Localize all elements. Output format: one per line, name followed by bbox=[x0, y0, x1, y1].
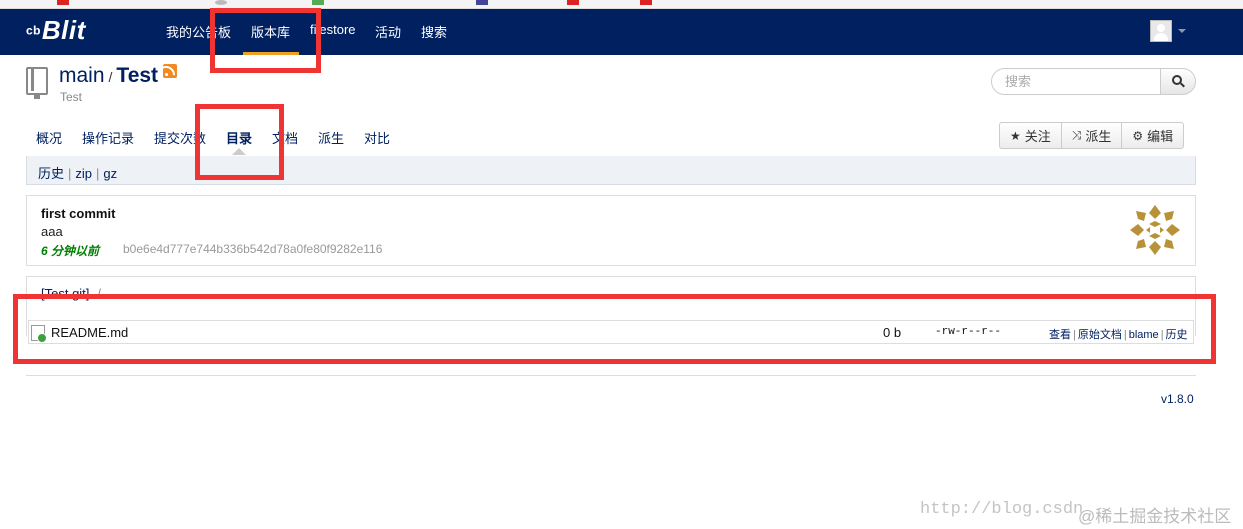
star-icon: ★ bbox=[1010, 128, 1021, 143]
project-link[interactable]: main bbox=[59, 64, 105, 87]
chevron-down-icon[interactable] bbox=[1178, 29, 1186, 33]
bookmark-icon bbox=[476, 0, 488, 5]
history-link[interactable]: 历史 bbox=[38, 166, 64, 181]
repository-description: Test bbox=[60, 90, 83, 104]
author-identicon bbox=[1128, 203, 1182, 257]
nav-activity[interactable]: 活动 bbox=[375, 22, 401, 41]
search-button[interactable] bbox=[1160, 68, 1196, 95]
annotation-box bbox=[195, 104, 284, 180]
commit-age: 6 分钟以前 bbox=[41, 244, 100, 258]
repository-name-link[interactable]: Test bbox=[116, 64, 158, 87]
title-separator: / bbox=[108, 69, 113, 85]
rss-icon[interactable] bbox=[163, 64, 178, 78]
top-navbar: ᶜᵇBlit 我的公告板 版本库 filestore 活动 搜索 bbox=[0, 9, 1243, 55]
commit-message: aaa bbox=[41, 224, 63, 239]
gear-icon: ⚙ bbox=[1132, 128, 1144, 143]
bookmark-icon bbox=[57, 0, 69, 5]
watermark-url: http://blog.csdn bbox=[920, 500, 1084, 519]
nav-search[interactable]: 搜索 bbox=[421, 22, 447, 41]
fork-icon: ⤨ bbox=[1071, 128, 1082, 142]
watch-button[interactable]: ★ 关注 bbox=[999, 122, 1062, 149]
repo-actions: ★ 关注 ⤨ 派生 ⚙ 编辑 bbox=[999, 122, 1185, 149]
brand-name: Blit bbox=[41, 15, 86, 45]
browser-bookmarks-bar bbox=[0, 0, 1243, 9]
annotation-box bbox=[210, 8, 321, 73]
bookmark-icon bbox=[312, 0, 324, 5]
search-form bbox=[991, 68, 1196, 95]
user-avatar-icon[interactable] bbox=[1150, 20, 1172, 42]
fork-button[interactable]: ⤨ 派生 bbox=[1060, 122, 1123, 149]
tab-reflog[interactable]: 操作记录 bbox=[82, 128, 134, 147]
gz-download-link[interactable]: gz bbox=[103, 166, 117, 181]
edit-label: 编辑 bbox=[1147, 129, 1174, 144]
watch-label: 关注 bbox=[1024, 129, 1051, 144]
tab-summary[interactable]: 概况 bbox=[36, 128, 62, 147]
commit-hash[interactable]: b0e6e4d777e744b336b542d78a0fe80f9282e116 bbox=[123, 242, 382, 256]
zip-download-link[interactable]: zip bbox=[75, 166, 92, 181]
search-input[interactable] bbox=[991, 68, 1161, 95]
brand-logo[interactable]: ᶜᵇBlit bbox=[26, 15, 86, 46]
commit-summary: first commit aaa 6 分钟以前 b0e6e4d777e744b3… bbox=[26, 195, 1196, 266]
bookmark-icon bbox=[567, 0, 579, 5]
watermark-site: @稀土掘金技术社区 bbox=[1078, 507, 1232, 526]
brand-glyph: ᶜᵇ bbox=[26, 23, 41, 43]
fork-label: 派生 bbox=[1085, 129, 1112, 144]
page-title: main / Test bbox=[59, 64, 178, 88]
tab-compare[interactable]: 对比 bbox=[364, 128, 390, 147]
bookmark-icon bbox=[215, 0, 227, 5]
annotation-box bbox=[13, 294, 1216, 364]
version-link[interactable]: v1.8.0 bbox=[1161, 392, 1194, 406]
commit-title[interactable]: first commit bbox=[41, 206, 115, 221]
edit-button[interactable]: ⚙ 编辑 bbox=[1121, 122, 1185, 149]
bookmark-icon bbox=[640, 0, 652, 5]
tab-forks[interactable]: 派生 bbox=[318, 128, 344, 147]
repository-icon bbox=[26, 67, 48, 99]
footer-divider bbox=[26, 375, 1196, 376]
